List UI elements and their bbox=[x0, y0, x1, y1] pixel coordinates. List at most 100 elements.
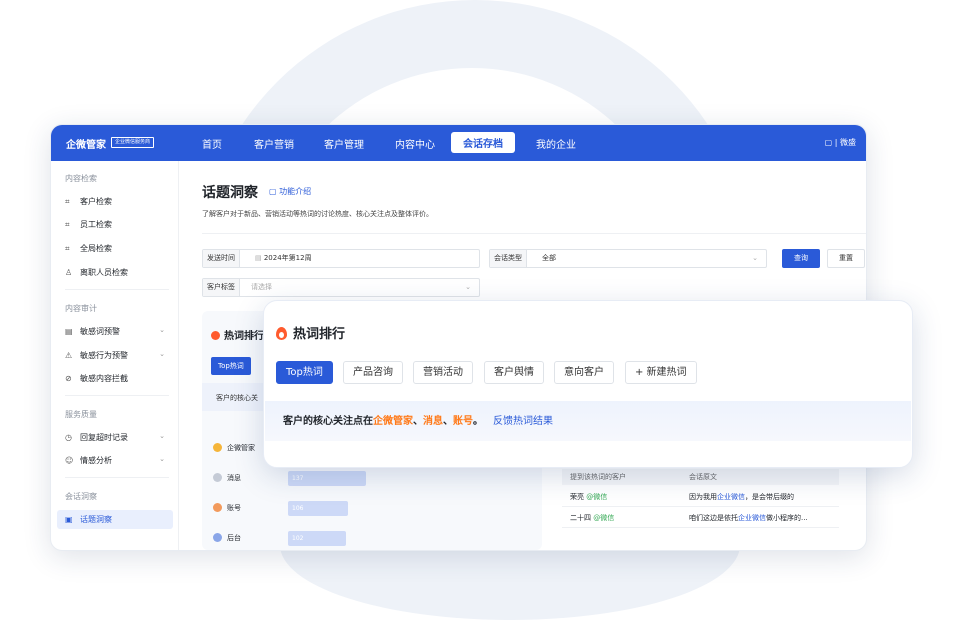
panel-title: 热词排行 bbox=[211, 327, 264, 342]
nav-content-center[interactable]: 内容中心 bbox=[395, 136, 435, 151]
sidebar-divider bbox=[65, 477, 169, 478]
query-button[interactable]: 查询 bbox=[782, 249, 820, 268]
sidebar-item-global-search[interactable]: ⌗ 全局检索 bbox=[65, 243, 169, 254]
sidebar-item-sensitive-content-block[interactable]: ⊘ 敏感内容拦截 bbox=[65, 373, 169, 384]
feature-intro-link[interactable]: ▢ 功能介绍 bbox=[269, 186, 311, 197]
sidebar-group-content-search: 内容检索 bbox=[65, 174, 97, 183]
table-row[interactable]: 荣亮 @微信 因为我用企业微信，是会带后缀的 bbox=[562, 487, 839, 507]
rank-3-badge bbox=[213, 503, 222, 512]
send-time-label: 发送时间 bbox=[203, 250, 240, 267]
table-header: 提到该热词的客户 会话原文 bbox=[562, 469, 839, 485]
panel-tab-top[interactable]: Top热词 bbox=[211, 357, 251, 375]
book-icon: ▢ bbox=[269, 187, 280, 196]
top-navbar: 企微管家 企业微信服务商 首页 客户营销 客户管理 内容中心 会话存档 我的企业… bbox=[51, 125, 866, 161]
warning-icon: ⚠ bbox=[65, 351, 73, 360]
keyword-highlight: 账号 bbox=[453, 416, 473, 427]
chevron-down-icon: ⌄ bbox=[465, 283, 471, 291]
tab-product-inquiry[interactable]: 产品咨询 bbox=[343, 361, 403, 384]
clock-icon: ◷ bbox=[65, 433, 72, 442]
sidebar-item-sentiment-analysis[interactable]: ☺ 情感分析 ⌄ bbox=[65, 455, 169, 466]
sidebar-item-reply-timeout[interactable]: ◷ 回复超时记录 ⌄ bbox=[65, 432, 169, 443]
nav-customer-marketing[interactable]: 客户营销 bbox=[254, 136, 294, 151]
scan-icon: ⌗ bbox=[65, 244, 70, 253]
chevron-down-icon: ⌄ bbox=[159, 350, 165, 358]
table-row[interactable]: 二十四 @微信 咱们这边是依托企业微信做小程序的... bbox=[562, 508, 839, 528]
chevron-down-icon: ⌄ bbox=[159, 455, 165, 463]
nav-home[interactable]: 首页 bbox=[202, 136, 222, 151]
nav-my-company[interactable]: 我的企业 bbox=[536, 136, 576, 151]
customer-tag-label: 客户标签 bbox=[203, 279, 240, 296]
sidebar-item-staff-search[interactable]: ⌗ 员工检索 bbox=[65, 219, 169, 230]
column-header: 会话原文 bbox=[689, 473, 717, 481]
fire-icon bbox=[211, 331, 220, 340]
send-time-value: ▤ 2024年第12周 bbox=[255, 254, 312, 262]
calendar-icon: ▤ bbox=[255, 254, 264, 262]
tab-top-hotwords[interactable]: Top热词 bbox=[276, 361, 333, 384]
nav-session-archive[interactable]: 会话存档 bbox=[451, 132, 515, 153]
rank-bar: 102 bbox=[288, 531, 346, 546]
popup-title: 热词排行 bbox=[276, 323, 345, 342]
sidebar-divider bbox=[65, 395, 169, 396]
customer-cell: 荣亮 @微信 bbox=[570, 493, 608, 501]
sidebar-item-former-staff-search[interactable]: ♙ 离职人员检索 bbox=[65, 267, 169, 278]
keyword-highlight: 消息 bbox=[423, 416, 443, 427]
sidebar-item-sensitive-word-alert[interactable]: ▤ 敏感词预警 ⌄ bbox=[65, 326, 169, 337]
message-cell: 因为我用企业微信，是会带后缀的 bbox=[689, 493, 794, 501]
rank-4-badge bbox=[213, 533, 222, 542]
hotword-ranking-card: 热词排行 Top热词 产品咨询 营销活动 客户舆情 意向客户 + 新建热词 客户… bbox=[263, 300, 913, 468]
user-name: | 微盛 bbox=[834, 138, 856, 147]
emotion-icon: ☺ bbox=[65, 456, 74, 465]
divider bbox=[202, 233, 866, 234]
rank-item[interactable]: 消息 bbox=[213, 473, 241, 483]
app-logo[interactable]: 企微管家 bbox=[66, 136, 106, 151]
sidebar-item-topic-insight[interactable]: ▣ 话题洞察 bbox=[57, 510, 173, 529]
reset-button[interactable]: 重置 bbox=[827, 249, 865, 268]
rank-item[interactable]: 企微管家 bbox=[213, 443, 255, 453]
customer-tag-placeholder: 请选择 bbox=[251, 283, 272, 291]
chevron-down-icon: ⌄ bbox=[752, 254, 758, 262]
session-type-select[interactable]: 会话类型 全部 ⌄ bbox=[489, 249, 767, 268]
nav-customer-management[interactable]: 客户管理 bbox=[324, 136, 364, 151]
sidebar-group-session-insight: 会话洞察 bbox=[65, 492, 97, 501]
chevron-down-icon: ⌄ bbox=[159, 432, 165, 440]
sidebar-item-customer-search[interactable]: ⌗ 客户检索 bbox=[65, 196, 169, 207]
insight-icon: ▣ bbox=[65, 515, 73, 524]
session-type-value: 全部 bbox=[542, 254, 556, 262]
page-title: 话题洞察 bbox=[202, 185, 258, 201]
user-icon: ♙ bbox=[65, 268, 73, 277]
keyword-highlight: 企微管家 bbox=[373, 416, 413, 427]
tab-customer-opinion[interactable]: 客户舆情 bbox=[484, 361, 544, 384]
tab-marketing-activity[interactable]: 营销活动 bbox=[413, 361, 473, 384]
core-focus-note: 客户的核心关注点在企微管家、消息、账号。 反馈热词结果 bbox=[265, 401, 911, 441]
message-cell: 咱们这边是依托企业微信做小程序的... bbox=[689, 514, 808, 522]
scan-icon: ⌗ bbox=[65, 197, 70, 206]
rank-bar: 137 bbox=[288, 471, 366, 486]
chevron-down-icon: ⌄ bbox=[159, 326, 165, 334]
sidebar-item-sensitive-behavior-alert[interactable]: ⚠ 敏感行为预警 ⌄ bbox=[65, 350, 169, 361]
session-type-label: 会话类型 bbox=[490, 250, 527, 267]
feedback-link[interactable]: 反馈热词结果 bbox=[493, 416, 553, 427]
column-header: 提到该热词的客户 bbox=[570, 473, 626, 481]
rank-item[interactable]: 后台 bbox=[213, 533, 241, 543]
sidebar-divider bbox=[65, 289, 169, 290]
send-time-field[interactable]: 发送时间 ▤ 2024年第12周 bbox=[202, 249, 480, 268]
new-hotword-button[interactable]: + 新建热词 bbox=[625, 361, 697, 384]
rank-1-badge bbox=[213, 443, 222, 452]
notice-icon[interactable]: ▢ bbox=[825, 138, 835, 147]
rank-2-badge bbox=[213, 473, 222, 482]
sidebar-group-service-quality: 服务质量 bbox=[65, 410, 97, 419]
block-icon: ⊘ bbox=[65, 374, 72, 383]
sidebar: 内容检索 ⌗ 客户检索 ⌗ 员工检索 ⌗ 全局检索 ♙ 离职人员检索 内容审计 ▤ 敏感词… bbox=[51, 161, 179, 550]
rank-item[interactable]: 账号 bbox=[213, 503, 241, 513]
logo-badge: 企业微信服务商 bbox=[111, 137, 155, 148]
tab-intent-customers[interactable]: 意向客户 bbox=[554, 361, 614, 384]
customer-tag-select[interactable]: 客户标签 请选择 ⌄ bbox=[202, 278, 480, 297]
rank-bar: 106 bbox=[288, 501, 348, 516]
customer-cell: 二十四 @微信 bbox=[570, 514, 615, 522]
scan-icon: ⌗ bbox=[65, 220, 70, 229]
top-right-user[interactable]: ▢ | 微盛 bbox=[825, 137, 856, 148]
sidebar-group-content-audit: 内容审计 bbox=[65, 304, 97, 313]
page-subtitle: 了解客户对于新品、营销活动等热词的讨论热度、核心关注点及整体评价。 bbox=[202, 210, 433, 218]
fire-icon bbox=[276, 327, 287, 340]
document-icon: ▤ bbox=[65, 327, 73, 336]
